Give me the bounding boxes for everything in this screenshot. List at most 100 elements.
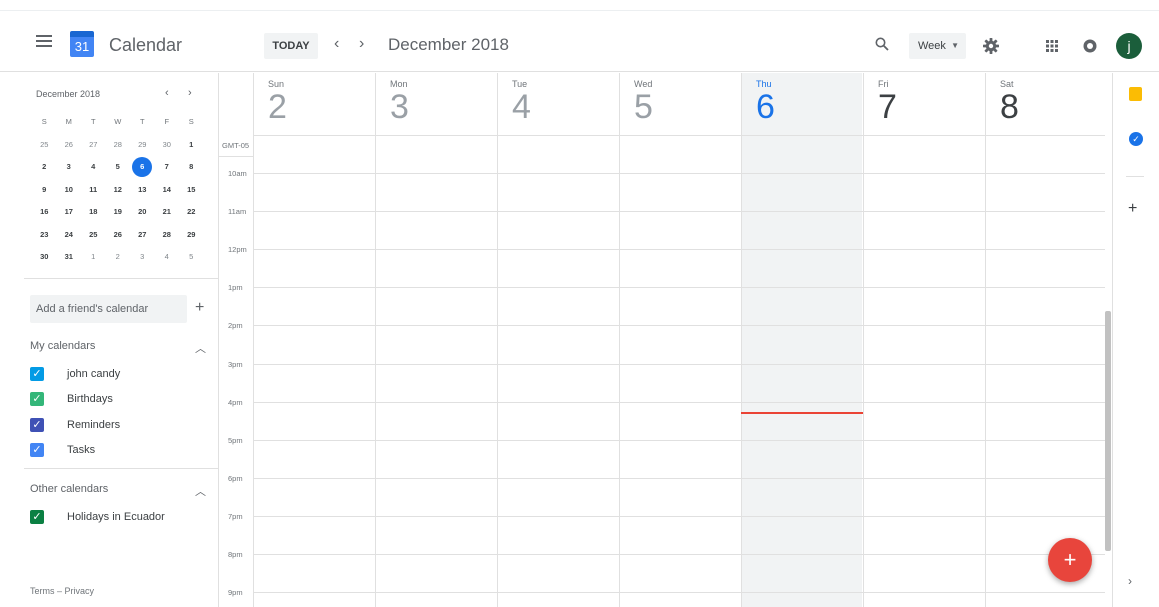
mini-calendar-day[interactable]: 27 bbox=[81, 136, 106, 159]
chevron-up-icon[interactable]: ︿ bbox=[195, 340, 206, 356]
gear-icon[interactable] bbox=[982, 37, 1000, 55]
day-header-fri[interactable]: Fri 7 bbox=[863, 73, 985, 135]
checkbox-checked-icon[interactable]: ✓ bbox=[30, 510, 44, 524]
day-header-sat[interactable]: Sat 8 bbox=[985, 73, 1105, 135]
mini-calendar-day[interactable]: 29 bbox=[179, 226, 204, 249]
mini-calendar-day[interactable]: 21 bbox=[155, 203, 180, 226]
mini-calendar-day[interactable]: 15 bbox=[179, 181, 204, 204]
mini-calendar-day[interactable]: 5 bbox=[179, 248, 204, 271]
mini-calendar-day[interactable]: 7 bbox=[155, 158, 180, 181]
show-side-panel-button[interactable]: › bbox=[1128, 574, 1132, 588]
mini-calendar-day[interactable]: 27 bbox=[130, 226, 155, 249]
calendar-item[interactable]: ✓ Reminders bbox=[30, 416, 120, 434]
mini-calendar-day[interactable]: 2 bbox=[32, 158, 57, 181]
mini-calendar-day[interactable]: 4 bbox=[81, 158, 106, 181]
mini-calendar-day[interactable]: 20 bbox=[130, 203, 155, 226]
mini-calendar-day[interactable]: 24 bbox=[57, 226, 82, 249]
time-label: 3pm bbox=[228, 359, 243, 369]
day-number[interactable]: 3 bbox=[390, 89, 497, 125]
checkbox-checked-icon[interactable]: ✓ bbox=[30, 417, 44, 432]
scrollbar-thumb[interactable] bbox=[1105, 311, 1111, 551]
mini-calendar-day[interactable]: 13 bbox=[130, 181, 155, 204]
mini-calendar-day[interactable]: 11 bbox=[81, 181, 106, 204]
day-header-mon[interactable]: Mon 3 bbox=[375, 73, 497, 135]
mini-calendar-day[interactable]: 28 bbox=[155, 226, 180, 249]
mini-calendar-day[interactable]: 8 bbox=[179, 158, 204, 181]
day-header-sun[interactable]: Sun 2 bbox=[253, 73, 375, 135]
mini-calendar-day[interactable]: 30 bbox=[155, 136, 180, 159]
main-menu-icon[interactable] bbox=[36, 35, 52, 47]
mini-calendar-day[interactable]: 4 bbox=[155, 248, 180, 271]
search-icon[interactable] bbox=[875, 37, 889, 51]
mini-calendar-week: 25 26 27 28 29 30 1 bbox=[32, 136, 204, 159]
mini-calendar-day[interactable]: 26 bbox=[57, 136, 82, 159]
get-add-ons-button[interactable]: + bbox=[1128, 200, 1137, 218]
apps-grid-icon[interactable] bbox=[1046, 40, 1058, 52]
day-number[interactable]: 7 bbox=[878, 89, 985, 125]
day-number[interactable]: 2 bbox=[268, 89, 375, 125]
mini-calendar-day[interactable]: 5 bbox=[106, 158, 131, 181]
mini-calendar-day[interactable]: 18 bbox=[81, 203, 106, 226]
mini-calendar-day[interactable]: 16 bbox=[32, 203, 57, 226]
mini-calendar-day[interactable]: 9 bbox=[32, 181, 57, 204]
mini-calendar-day[interactable]: 3 bbox=[130, 248, 155, 271]
checkbox-checked-icon[interactable]: ✓ bbox=[30, 442, 44, 457]
chevron-up-icon[interactable]: ︿ bbox=[195, 483, 206, 499]
add-calendar-button[interactable]: + bbox=[195, 299, 204, 317]
calendar-item[interactable]: ✓ john candy bbox=[30, 365, 120, 383]
mini-calendar-day-selected[interactable]: 6 bbox=[130, 157, 155, 181]
avatar[interactable]: j bbox=[1116, 33, 1142, 59]
day-header-thu[interactable]: Thu 6 bbox=[741, 73, 863, 135]
mini-calendar-day[interactable]: 3 bbox=[57, 158, 82, 181]
mini-calendar-day[interactable]: 17 bbox=[57, 203, 82, 226]
terms-privacy-links[interactable]: Terms – Privacy bbox=[30, 586, 94, 596]
mini-calendar-day[interactable]: 12 bbox=[106, 181, 131, 204]
mini-calendar-day[interactable]: 30 bbox=[32, 248, 57, 271]
tasks-icon[interactable]: ✓ bbox=[1129, 132, 1143, 146]
mini-calendar-day[interactable]: 26 bbox=[106, 226, 131, 249]
mini-calendar-day[interactable]: 2 bbox=[106, 248, 131, 271]
create-event-button[interactable]: + bbox=[1048, 538, 1092, 582]
my-calendars-title[interactable]: My calendars bbox=[30, 340, 95, 352]
day-number[interactable]: 5 bbox=[634, 89, 741, 125]
mini-calendar-day[interactable]: 23 bbox=[32, 226, 57, 249]
mini-calendar-day[interactable]: 31 bbox=[57, 248, 82, 271]
time-label: 6pm bbox=[228, 473, 243, 483]
day-number[interactable]: 6 bbox=[756, 89, 863, 125]
mini-calendar-day[interactable]: 1 bbox=[81, 248, 106, 271]
mini-calendar-day[interactable]: 25 bbox=[32, 136, 57, 159]
app-title[interactable]: Calendar bbox=[109, 35, 182, 56]
mini-calendar-day[interactable]: 28 bbox=[106, 136, 131, 159]
calendar-item[interactable]: ✓ Holidays in Ecuador bbox=[30, 508, 165, 526]
previous-week-button[interactable]: ‹ bbox=[334, 35, 339, 53]
mini-calendar-day[interactable]: 1 bbox=[179, 136, 204, 159]
keep-icon[interactable] bbox=[1129, 87, 1142, 101]
view-switcher-dropdown[interactable]: Week ▼ bbox=[909, 33, 966, 59]
other-calendars-title[interactable]: Other calendars bbox=[30, 483, 108, 495]
day-header-wed[interactable]: Wed 5 bbox=[619, 73, 741, 135]
next-week-button[interactable]: › bbox=[359, 35, 364, 53]
current-time-indicator bbox=[741, 412, 863, 414]
add-friend-calendar-input[interactable]: Add a friend's calendar bbox=[30, 295, 187, 323]
day-header-tue[interactable]: Tue 4 bbox=[497, 73, 619, 135]
mini-calendar-day-label: 23 bbox=[40, 229, 49, 239]
mini-calendar-day[interactable]: 29 bbox=[130, 136, 155, 159]
day-number[interactable]: 8 bbox=[1000, 89, 1105, 125]
mini-calendar-day[interactable]: 14 bbox=[155, 181, 180, 204]
calendar-item[interactable]: ✓ Tasks bbox=[30, 441, 95, 459]
week-grid[interactable]: GMT-05 Sun 2 Mon 3 Tue 4 Wed 5 Thu 6 Fri 7 Sat 8 10am… bbox=[219, 73, 1105, 607]
checkbox-checked-icon[interactable]: ✓ bbox=[30, 367, 44, 381]
notifications-icon[interactable] bbox=[1083, 39, 1097, 53]
mini-calendar-prev-button[interactable]: ‹ bbox=[165, 87, 169, 99]
mini-calendar-day[interactable]: 19 bbox=[106, 203, 131, 226]
today-button[interactable]: TODAY bbox=[264, 33, 318, 59]
checkbox-checked-icon[interactable]: ✓ bbox=[30, 392, 44, 407]
day-number[interactable]: 4 bbox=[512, 89, 619, 125]
mini-calendar-day[interactable]: 10 bbox=[57, 181, 82, 204]
mini-calendar-day[interactable]: 25 bbox=[81, 226, 106, 249]
mini-calendar-day[interactable]: 22 bbox=[179, 203, 204, 226]
calendar-item[interactable]: ✓ Birthdays bbox=[30, 390, 113, 408]
mini-calendar-next-button[interactable]: › bbox=[188, 87, 192, 99]
calendar-logo-icon[interactable]: 31 bbox=[70, 31, 94, 57]
top-bar: 31 Calendar TODAY ‹ › December 2018 Week… bbox=[0, 10, 1159, 72]
